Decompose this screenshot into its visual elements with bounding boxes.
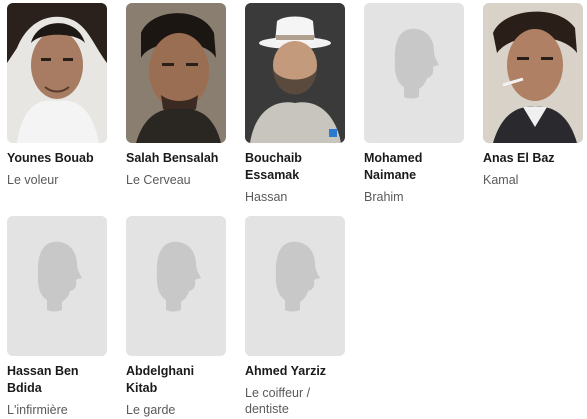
portrait-photo-icon <box>126 3 226 143</box>
cast-photo[interactable] <box>245 216 345 356</box>
cast-card-younes-bouab[interactable]: Younes Bouab Le voleur <box>7 3 107 216</box>
cast-role: Le voleur <box>7 173 59 187</box>
cast-role: Kamal <box>483 173 519 187</box>
cast-role: Le coiffeur / dentiste <box>245 386 311 416</box>
cast-card-anas-el-baz[interactable]: Anas El Baz Kamal <box>483 3 583 216</box>
cast-role: Brahim <box>364 190 404 204</box>
cast-card-mohamed-naimane[interactable]: Mohamed Naimane Brahim <box>364 3 464 216</box>
cast-card-bouchaib-essamak[interactable]: Bouchaib Essamak Hassan <box>245 3 345 216</box>
cast-role: Hassan <box>245 190 288 204</box>
cast-photo[interactable] <box>7 216 107 356</box>
cast-name[interactable]: Anas El Baz <box>483 150 583 167</box>
cast-role: Le Cerveau <box>126 173 191 187</box>
cast-name[interactable]: Abdelghani Kitab <box>126 363 226 397</box>
cast-name[interactable]: Bouchaib Essamak <box>245 150 345 184</box>
portrait-photo-icon <box>7 3 107 143</box>
person-silhouette-icon <box>364 3 464 143</box>
cast-photo[interactable] <box>126 3 226 143</box>
portrait-photo-icon <box>245 3 345 143</box>
cast-role: L'infirmière <box>7 403 68 417</box>
cast-card-salah-bensalah[interactable]: Salah Bensalah Le Cerveau <box>126 3 226 216</box>
person-silhouette-icon <box>245 216 345 356</box>
cast-photo[interactable] <box>7 3 107 143</box>
portrait-photo-icon <box>483 3 583 143</box>
cast-role: Le garde <box>126 403 176 417</box>
cast-card-abdelghani-kitab[interactable]: Abdelghani Kitab Le garde <box>126 216 226 419</box>
cast-name[interactable]: Younes Bouab <box>7 150 107 167</box>
cast-photo[interactable] <box>245 3 345 143</box>
cast-photo[interactable] <box>364 3 464 143</box>
cast-name[interactable]: Mohamed Naimane <box>364 150 464 184</box>
cast-grid: Younes Bouab Le voleur Salah Bensalah Le… <box>7 3 587 419</box>
cast-name[interactable]: Hassan Ben Bdida <box>7 363 107 397</box>
cast-card-hassan-ben-bdida[interactable]: Hassan Ben Bdida L'infirmière <box>7 216 107 419</box>
cast-name[interactable]: Salah Bensalah <box>126 150 226 167</box>
cast-name[interactable]: Ahmed Yarziz <box>245 363 345 380</box>
person-silhouette-icon <box>126 216 226 356</box>
cast-photo[interactable] <box>483 3 583 143</box>
cast-photo[interactable] <box>126 216 226 356</box>
cast-card-ahmed-yarziz[interactable]: Ahmed Yarziz Le coiffeur / dentiste <box>245 216 345 419</box>
person-silhouette-icon <box>7 216 107 356</box>
